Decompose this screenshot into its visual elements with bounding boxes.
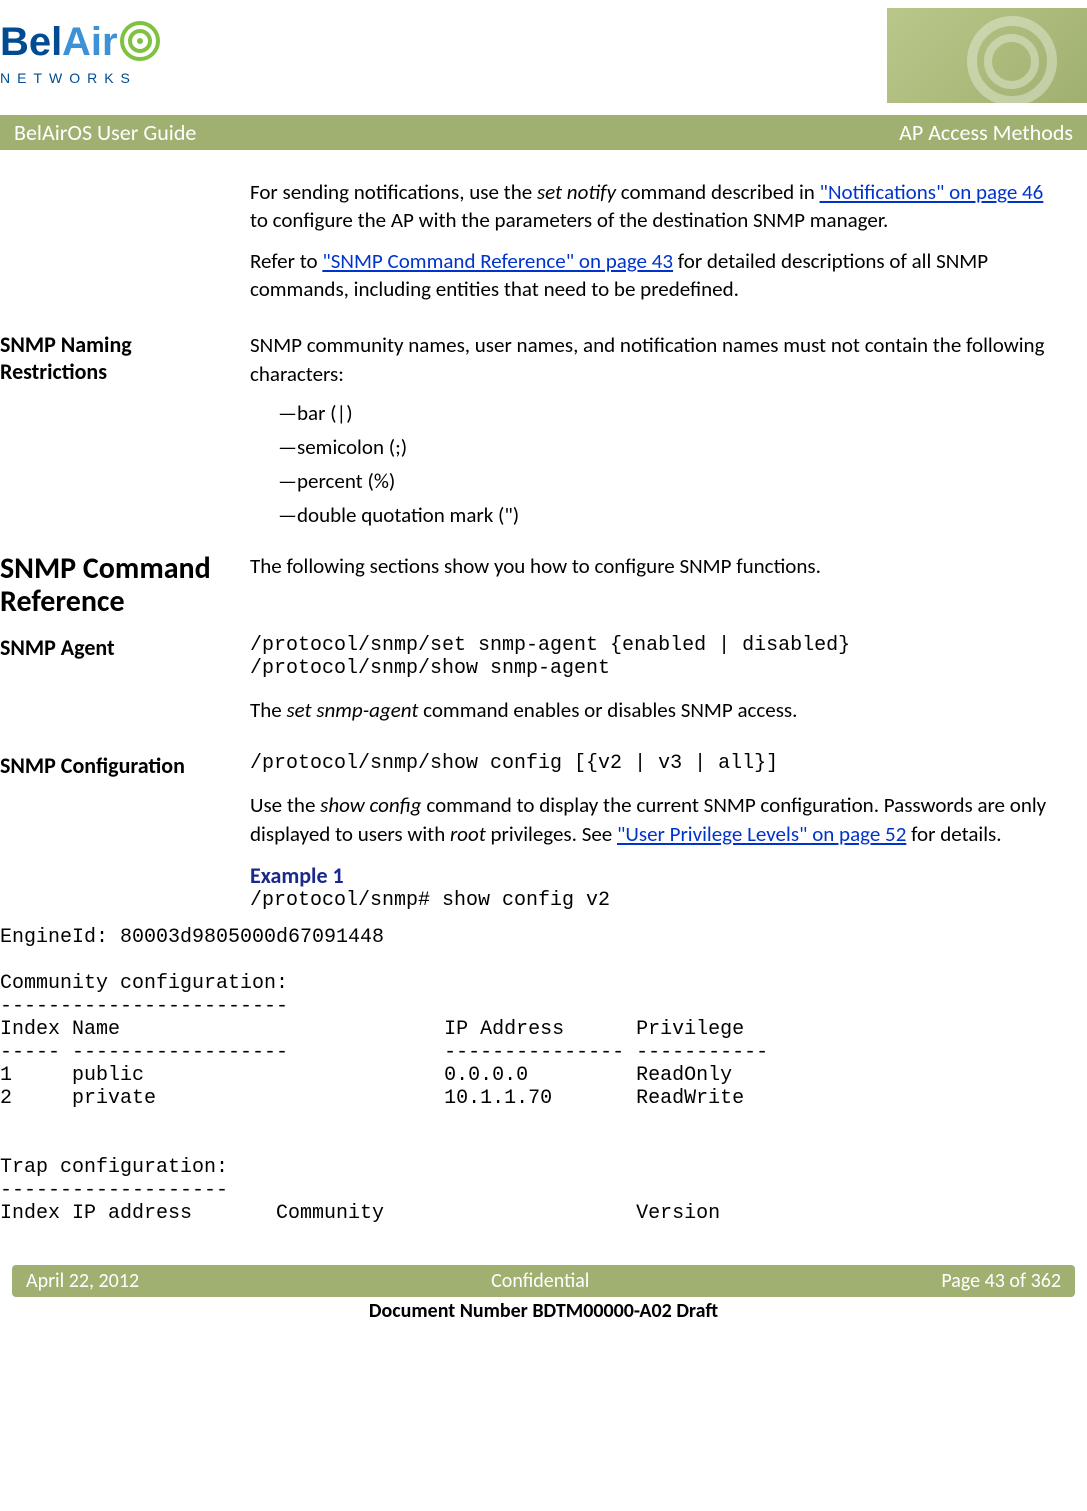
snmp-agent-heading: SNMP Agent (0, 634, 250, 736)
svg-text:Bel: Bel (0, 20, 62, 64)
title-bar: BelAirOS User Guide AP Access Methods (0, 115, 1087, 150)
example-1-cmd: /protocol/snmp# show config v2 (250, 889, 1057, 912)
footer-page: Page 43 of 362 (941, 1269, 1061, 1293)
naming-intro: SNMP community names, user names, and no… (250, 331, 1057, 388)
guide-title: BelAirOS User Guide (14, 119, 196, 146)
list-item: —percent (%) (278, 468, 1057, 494)
notifications-link[interactable]: "Notifications" on page 46 (820, 179, 1044, 205)
list-item: —semicolon (;) (278, 434, 1057, 460)
intro-paragraph-2: Refer to "SNMP Command Reference" on pag… (250, 247, 1057, 304)
agent-cmd-2: /protocol/snmp/show snmp-agent (250, 657, 1057, 680)
footer-confidential: Confidential (491, 1269, 589, 1293)
snmp-naming-heading: SNMP Naming Restrictions (0, 331, 250, 536)
footer-date: April 22, 2012 (26, 1269, 139, 1293)
document-number: Document Number BDTM00000-A02 Draft (0, 1299, 1087, 1323)
svg-text:NETWORKS: NETWORKS (0, 70, 137, 86)
example-1-heading: Example 1 (250, 862, 1057, 889)
list-item: —double quotation mark (") (278, 502, 1057, 528)
cmdref-text: The following sections show you how to c… (250, 552, 1057, 580)
snmp-cmd-ref-link[interactable]: "SNMP Command Reference" on page 43 (322, 248, 673, 274)
belair-logo-icon: Bel Air NETWORKS (0, 13, 185, 93)
naming-restriction-list: —bar (|) —semicolon (;) —percent (%) —do… (278, 400, 1057, 528)
logo: Bel Air NETWORKS (0, 13, 185, 99)
footer-bar: April 22, 2012 Confidential Page 43 of 3… (12, 1265, 1075, 1297)
decorative-swirl-icon (887, 8, 1087, 103)
agent-cmd-1: /protocol/snmp/set snmp-agent {enabled |… (250, 634, 1057, 657)
user-privilege-link[interactable]: "User Privilege Levels" on page 52 (617, 821, 906, 847)
snmp-configuration-heading: SNMP Configuration (0, 752, 250, 912)
svg-text:Air: Air (62, 20, 118, 64)
example-output: EngineId: 80003d9805000d67091448 Communi… (0, 926, 1057, 1225)
section-title: AP Access Methods (899, 119, 1073, 146)
list-item: —bar (|) (278, 400, 1057, 426)
config-cmd: /protocol/snmp/show config [{v2 | v3 | a… (250, 752, 1057, 775)
intro-paragraph-1: For sending notifications, use the set n… (250, 178, 1057, 235)
agent-desc: The set snmp-agent command enables or di… (250, 696, 1057, 724)
config-desc: Use the show config command to display t… (250, 791, 1057, 848)
snmp-command-reference-heading: SNMP Command Reference (0, 552, 250, 618)
